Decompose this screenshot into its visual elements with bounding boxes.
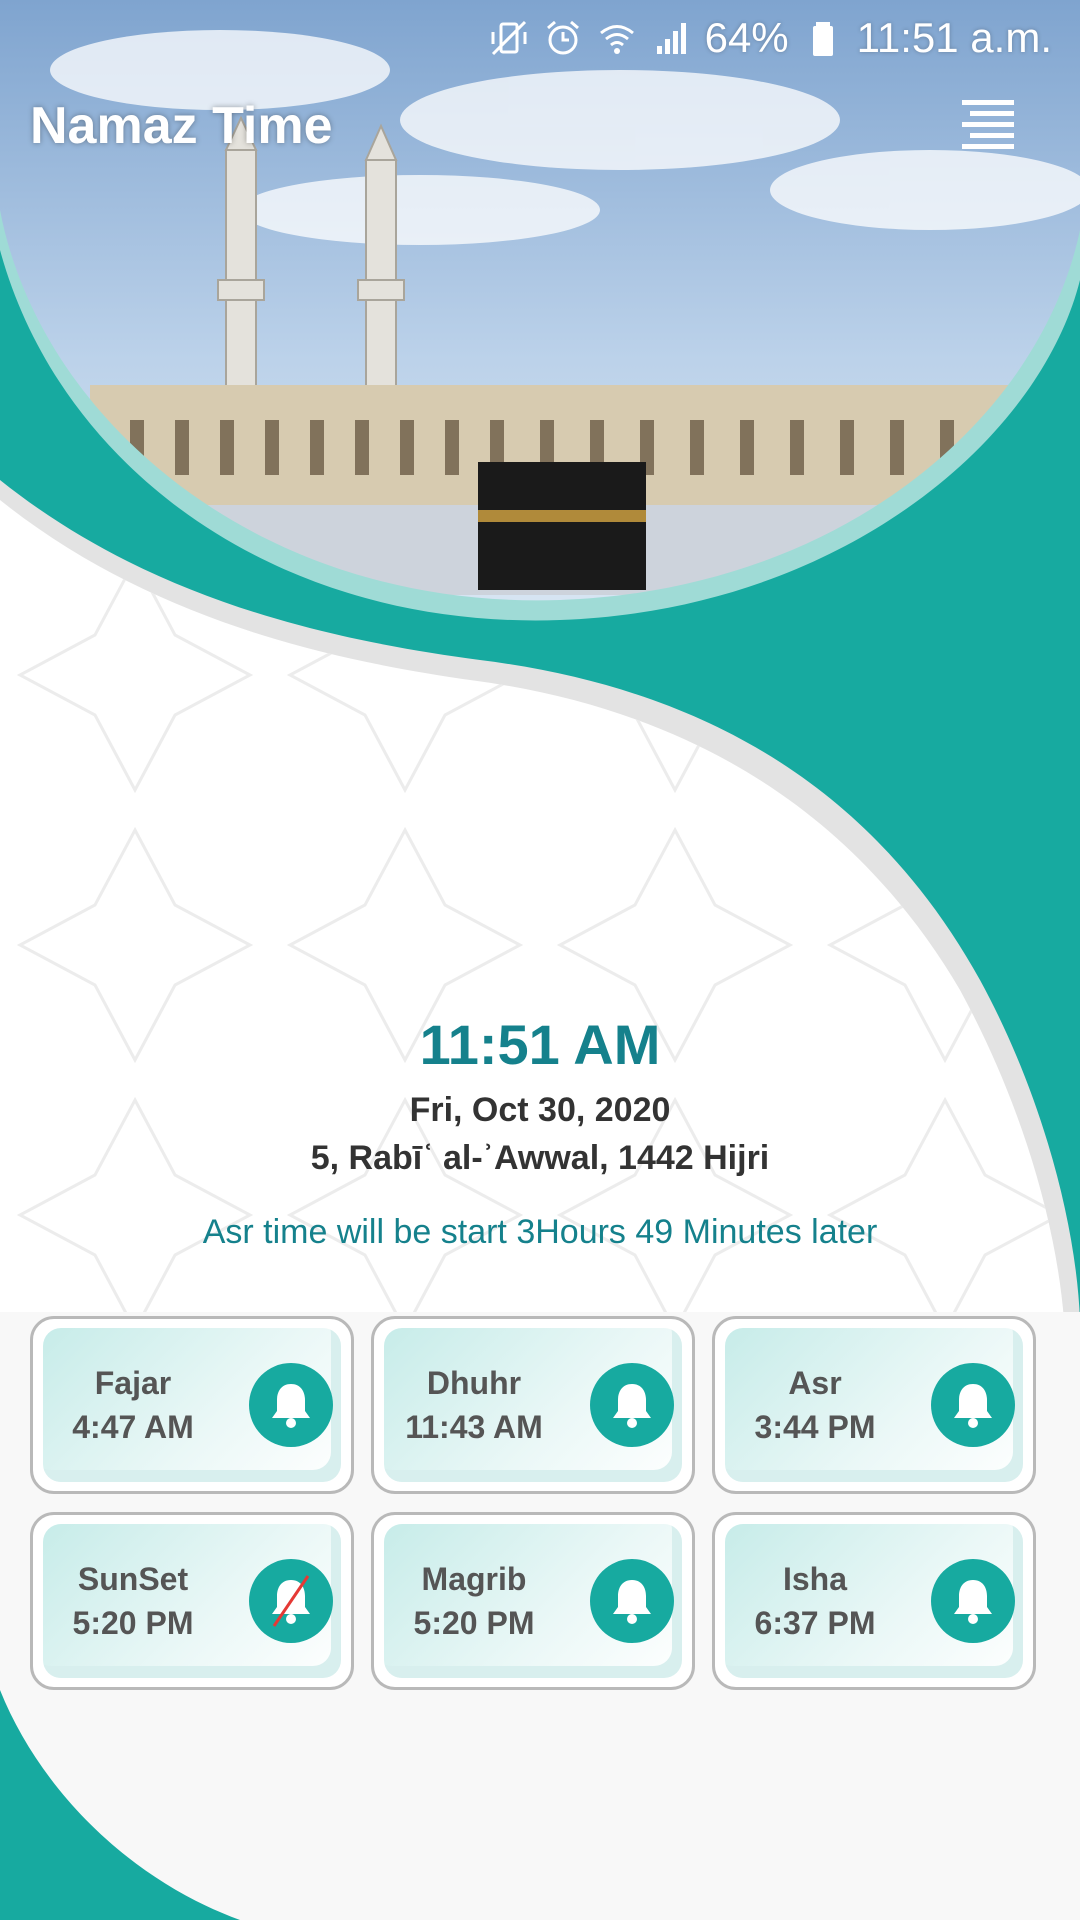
- menu-button[interactable]: [954, 96, 1014, 156]
- battery-percent: 64%: [704, 14, 789, 61]
- prayer-time: 5:20 PM: [413, 1605, 535, 1641]
- prayer-card-asr[interactable]: Asr 3:44 PM: [712, 1316, 1036, 1494]
- status-time: 11:51 a.m.: [856, 14, 1052, 61]
- bell-icon[interactable]: [931, 1363, 1015, 1447]
- prayer-time: 11:43 AM: [405, 1409, 543, 1445]
- bell-off-icon[interactable]: [249, 1559, 333, 1643]
- bell-icon[interactable]: [590, 1559, 674, 1643]
- prayer-time: 3:44 PM: [754, 1409, 876, 1445]
- next-prayer-countdown: Asr time will be start 3Hours 49 Minutes…: [202, 1213, 878, 1251]
- prayer-card-dhuhr[interactable]: Dhuhr 11:43 AM: [371, 1316, 695, 1494]
- prayer-name: Isha: [782, 1561, 848, 1597]
- prayer-times-grid: Fajar 4:47 AM Dhuhr 11:43 AM Asr 3:44 PM: [30, 1316, 1036, 1690]
- prayer-card-fajar[interactable]: Fajar 4:47 AM: [30, 1316, 354, 1494]
- bell-icon[interactable]: [249, 1363, 333, 1447]
- current-time: 11:51 AM: [419, 1013, 661, 1076]
- alarm-icon: [543, 18, 583, 58]
- prayer-name: Fajar: [94, 1365, 172, 1401]
- prayer-card-magrib[interactable]: Magrib 5:20 PM: [371, 1512, 695, 1690]
- prayer-time: 4:47 AM: [72, 1409, 194, 1445]
- bell-icon[interactable]: [590, 1363, 674, 1447]
- prayer-name: SunSet: [77, 1561, 189, 1597]
- clock-panel: 11:51 AM Fri, Oct 30, 2020 5, Rabīʿ al-ʾ…: [0, 1010, 1080, 1254]
- battery-icon: [803, 18, 843, 58]
- kaaba: [478, 462, 646, 590]
- prayer-card-isha[interactable]: Isha 6:37 PM: [712, 1512, 1036, 1690]
- prayer-card-sunset[interactable]: SunSet 5:20 PM: [30, 1512, 354, 1690]
- prayer-time: 5:20 PM: [72, 1605, 194, 1641]
- wifi-icon: [597, 18, 637, 58]
- status-bar: 64% 11:51 a.m.: [0, 0, 1080, 76]
- prayer-name: Dhuhr: [426, 1365, 522, 1401]
- prayer-name: Magrib: [421, 1561, 527, 1597]
- mute-vibrate-icon: [489, 18, 529, 58]
- prayer-name: Asr: [788, 1365, 842, 1401]
- signal-icon: [651, 18, 691, 58]
- app-title: Namaz Time: [30, 97, 333, 155]
- prayer-time: 6:37 PM: [754, 1605, 876, 1641]
- bell-icon[interactable]: [931, 1559, 1015, 1643]
- hijri-date: 5, Rabīʿ al-ʾAwwal, 1442 Hijri: [310, 1139, 770, 1177]
- gregorian-date: Fri, Oct 30, 2020: [409, 1091, 671, 1129]
